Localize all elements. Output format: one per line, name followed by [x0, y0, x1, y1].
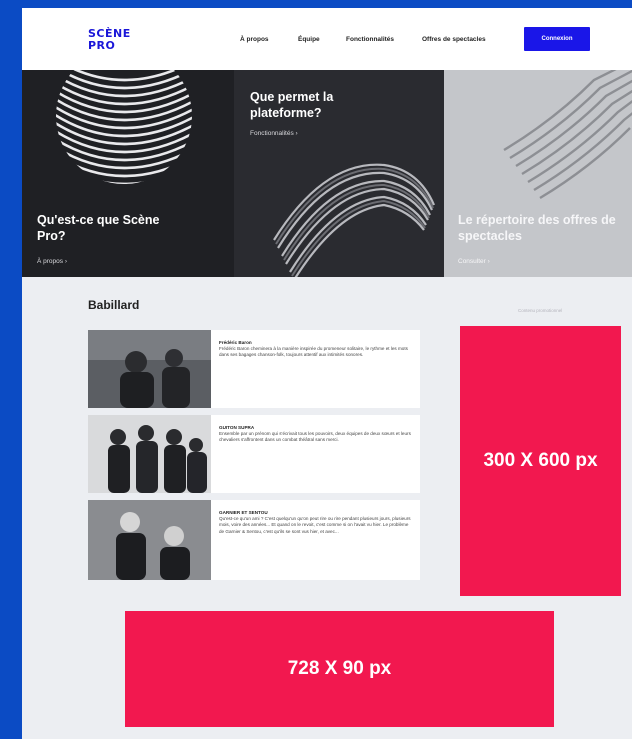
arrow-right-icon: › — [64, 258, 68, 265]
artist-photo — [88, 330, 211, 408]
promo-label: Contenu promotionnel — [518, 308, 563, 313]
card-description: Frédéric Baron cheminera à la manière in… — [219, 346, 408, 358]
arrow-right-icon: › — [487, 258, 490, 265]
hero-title-offers: Le répertoire des offres de spectacles — [458, 213, 616, 243]
hero-panel-platform[interactable]: Que permet la plateforme? Fonctionnalité… — [234, 70, 444, 277]
hero-link-platform[interactable]: Fonctionnalités › — [250, 130, 298, 137]
hero-panel-offers[interactable]: Le répertoire des offres de spectacles C… — [444, 70, 632, 277]
nav-item-fonctionnalites[interactable]: Fonctionnalités — [346, 36, 394, 43]
site-header: SCÈNE PRO À propos Équipe Fonctionnalité… — [22, 8, 632, 72]
ad-skyscraper[interactable]: 300 X 600 px — [460, 326, 621, 596]
section-title: Babillard — [88, 298, 140, 312]
artist-photo — [88, 415, 211, 493]
logo[interactable]: SCÈNE PRO — [88, 28, 130, 52]
list-item[interactable]: Frédéric Baron Frédéric Baron cheminera … — [88, 330, 420, 408]
card-text: Frédéric Baron Frédéric Baron cheminera … — [219, 340, 411, 359]
hero-title-about: Qu'est-ce que Scène Pro? — [37, 213, 160, 243]
nav-item-a-propos[interactable]: À propos — [240, 36, 269, 43]
hero-panel-about[interactable]: Qu'est-ce que Scène Pro? À propos › — [22, 70, 234, 277]
nav-item-equipe[interactable]: Équipe — [298, 36, 320, 43]
sphere-art — [56, 70, 192, 184]
list-item[interactable]: GUITON SUPRA Ensemble par un prénom qui … — [88, 415, 420, 493]
connect-button[interactable]: Connexion — [524, 27, 590, 51]
page: SCÈNE PRO À propos Équipe Fonctionnalité… — [22, 8, 632, 739]
arrow-right-icon: › — [295, 130, 298, 137]
hero: Qu'est-ce que Scène Pro? À propos › Que … — [22, 70, 632, 277]
artist-photo — [88, 500, 211, 580]
hero-title-platform: Que permet la plateforme? — [250, 90, 334, 120]
list-item[interactable]: GARNIER ET SENTOU Qu'est-ce qu'un ami ? … — [88, 500, 420, 580]
card-text: GUITON SUPRA Ensemble par un prénom qui … — [219, 425, 411, 444]
card-description: Ensemble par un prénom qui s'écrivait to… — [219, 431, 411, 443]
hero-link-about[interactable]: À propos › — [37, 258, 67, 265]
hero-link-offers[interactable]: Consulter › — [458, 258, 490, 265]
nav-item-offres[interactable]: Offres de spectacles — [422, 36, 486, 43]
stripes-art — [503, 70, 632, 200]
ad-leaderboard[interactable]: 728 X 90 px — [125, 611, 554, 727]
card-text: GARNIER ET SENTOU Qu'est-ce qu'un ami ? … — [219, 510, 411, 535]
card-description: Qu'est-ce qu'un ami ? C'est quelqu'un qu… — [219, 516, 411, 534]
